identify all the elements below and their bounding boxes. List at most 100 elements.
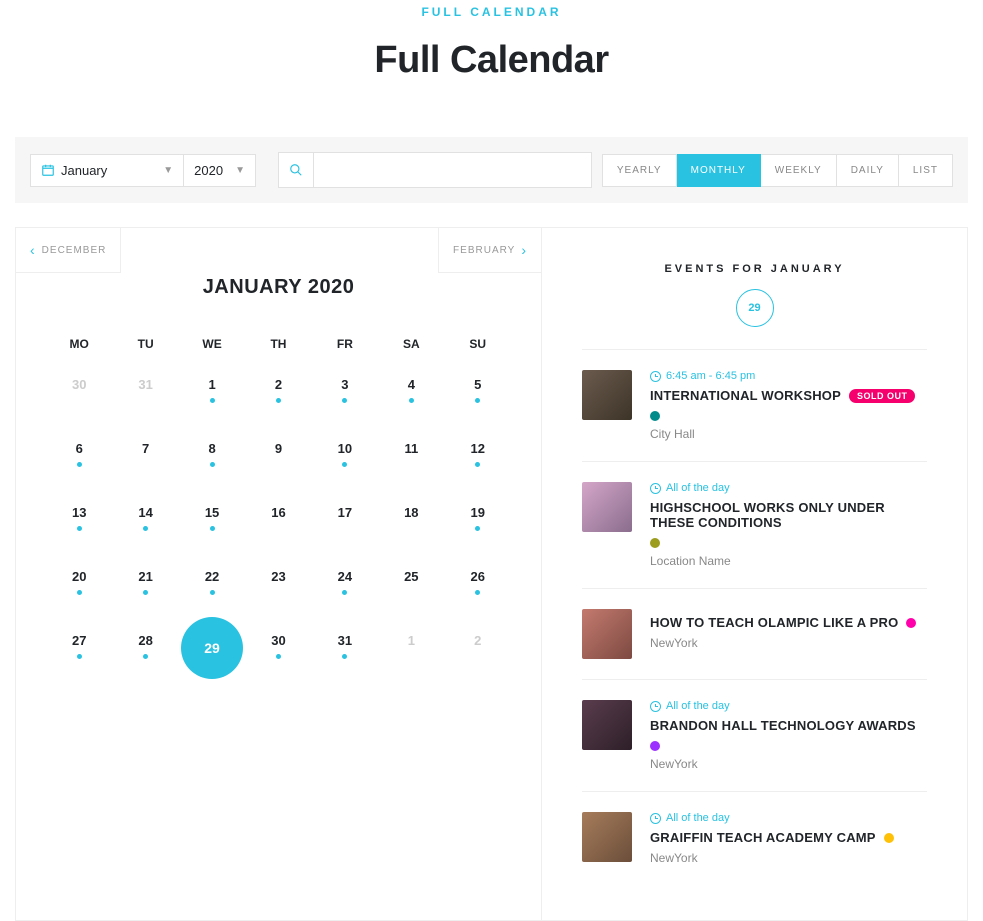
clock-icon	[650, 371, 661, 382]
view-tab-daily[interactable]: DAILY	[837, 154, 899, 187]
event-dot	[409, 398, 414, 403]
toolbar: January ▼ 2020 ▼ YEARLYMONTHLYWEEKLYDAIL…	[15, 137, 968, 203]
event-item[interactable]: 6:45 am - 6:45 pmINTERNATIONAL WORKSHOPS…	[582, 349, 927, 461]
event-dot	[143, 654, 148, 659]
calendar-day[interactable]: 11	[378, 423, 444, 487]
view-tab-list[interactable]: LIST	[899, 154, 953, 187]
calendar-day[interactable]: 14	[112, 487, 178, 551]
category-dot	[650, 538, 660, 548]
month-select[interactable]: January ▼	[30, 154, 184, 187]
calendar-day[interactable]: 25	[378, 551, 444, 615]
event-dot	[143, 590, 148, 595]
search-button[interactable]	[278, 152, 314, 188]
weekday-label: TU	[112, 329, 178, 359]
calendar-day[interactable]: 9	[245, 423, 311, 487]
events-day-badge: 29	[736, 289, 774, 327]
search-input[interactable]	[314, 152, 592, 188]
calendar-day[interactable]: 17	[312, 487, 378, 551]
event-dot	[77, 462, 82, 467]
event-dot	[475, 526, 480, 531]
calendar-day[interactable]: 4	[378, 359, 444, 423]
calendar-day[interactable]: 28	[112, 615, 178, 679]
calendar-day[interactable]: 16	[245, 487, 311, 551]
calendar-day[interactable]: 13	[46, 487, 112, 551]
view-tab-weekly[interactable]: WEEKLY	[761, 154, 837, 187]
event-dot	[77, 590, 82, 595]
event-thumbnail	[582, 700, 632, 750]
calendar-day[interactable]: 19	[445, 487, 511, 551]
event-location: NewYork	[650, 757, 927, 771]
view-tab-monthly[interactable]: MONTHLY	[677, 154, 761, 187]
chevron-down-icon: ▼	[235, 165, 245, 176]
calendar-day[interactable]: 7	[112, 423, 178, 487]
chevron-left-icon: ‹	[30, 242, 36, 258]
calendar-day: 31	[112, 359, 178, 423]
calendar-day[interactable]: 20	[46, 551, 112, 615]
event-item[interactable]: All of the dayHIGHSCHOOL WORKS ONLY UNDE…	[582, 461, 927, 588]
calendar-day[interactable]: 24	[312, 551, 378, 615]
calendar-day[interactable]: 18	[378, 487, 444, 551]
calendar-day[interactable]: 26	[445, 551, 511, 615]
event-dot	[210, 462, 215, 467]
next-month-label: FEBRUARY	[453, 245, 515, 256]
chevron-right-icon: ›	[521, 242, 527, 258]
calendar-day[interactable]: 27	[46, 615, 112, 679]
event-thumbnail	[582, 812, 632, 862]
chevron-down-icon: ▼	[163, 165, 173, 176]
event-thumbnail	[582, 482, 632, 532]
calendar-day[interactable]: 12	[445, 423, 511, 487]
event-dot	[77, 526, 82, 531]
calendar-day[interactable]: 15	[179, 487, 245, 551]
event-title: GRAIFFIN TEACH ACADEMY CAMP	[650, 830, 876, 845]
calendar-day[interactable]: 8	[179, 423, 245, 487]
calendar-day[interactable]: 2	[245, 359, 311, 423]
calendar-day[interactable]: 30	[245, 615, 311, 679]
calendar-day[interactable]: 23	[245, 551, 311, 615]
view-tab-yearly[interactable]: YEARLY	[602, 154, 677, 187]
event-dot	[475, 590, 480, 595]
page-title: Full Calendar	[15, 39, 968, 82]
prev-month-button[interactable]: ‹ DECEMBER	[15, 228, 121, 273]
event-item[interactable]: HOW TO TEACH OLAMPIC LIKE A PRONewYork	[582, 588, 927, 679]
event-dot	[342, 462, 347, 467]
calendar-day[interactable]: 1	[179, 359, 245, 423]
calendar-day[interactable]: 21	[112, 551, 178, 615]
calendar-day[interactable]: 10	[312, 423, 378, 487]
event-title: INTERNATIONAL WORKSHOP	[650, 388, 841, 403]
calendar-day[interactable]: 31	[312, 615, 378, 679]
event-dot	[210, 398, 215, 403]
page-eyebrow: FULL CALENDAR	[15, 5, 968, 19]
calendar-day: 2	[445, 615, 511, 679]
calendar-icon	[41, 163, 55, 177]
year-select-value: 2020	[194, 163, 223, 178]
event-dot	[475, 398, 480, 403]
event-item[interactable]: All of the dayBRANDON HALL TECHNOLOGY AW…	[582, 679, 927, 791]
calendar-day[interactable]: 6	[46, 423, 112, 487]
category-dot	[650, 411, 660, 421]
search-icon	[289, 163, 303, 177]
event-thumbnail	[582, 609, 632, 659]
event-dot	[342, 590, 347, 595]
event-title: BRANDON HALL TECHNOLOGY AWARDS	[650, 718, 916, 733]
event-dot	[276, 654, 281, 659]
event-time: All of the day	[650, 812, 927, 824]
month-select-value: January	[61, 163, 107, 178]
weekday-label: WE	[179, 329, 245, 359]
event-dot	[342, 654, 347, 659]
next-month-button[interactable]: FEBRUARY ›	[438, 228, 542, 273]
weekday-label: TH	[245, 329, 311, 359]
calendar-title: JANUARY 2020	[46, 276, 511, 299]
weekday-label: SA	[378, 329, 444, 359]
calendar-day[interactable]: 5	[445, 359, 511, 423]
weekday-label: SU	[445, 329, 511, 359]
year-select[interactable]: 2020 ▼	[184, 154, 256, 187]
event-item[interactable]: All of the day GRAIFFIN TEACH ACADEMY CAM…	[582, 791, 927, 885]
category-dot	[906, 618, 916, 628]
event-location: NewYork	[650, 851, 927, 865]
calendar-day[interactable]: 3	[312, 359, 378, 423]
event-dot	[276, 398, 281, 403]
clock-icon	[650, 483, 661, 494]
event-time: All of the day	[650, 482, 927, 494]
calendar-day[interactable]: 22	[179, 551, 245, 615]
calendar-day[interactable]: 29	[179, 615, 245, 679]
